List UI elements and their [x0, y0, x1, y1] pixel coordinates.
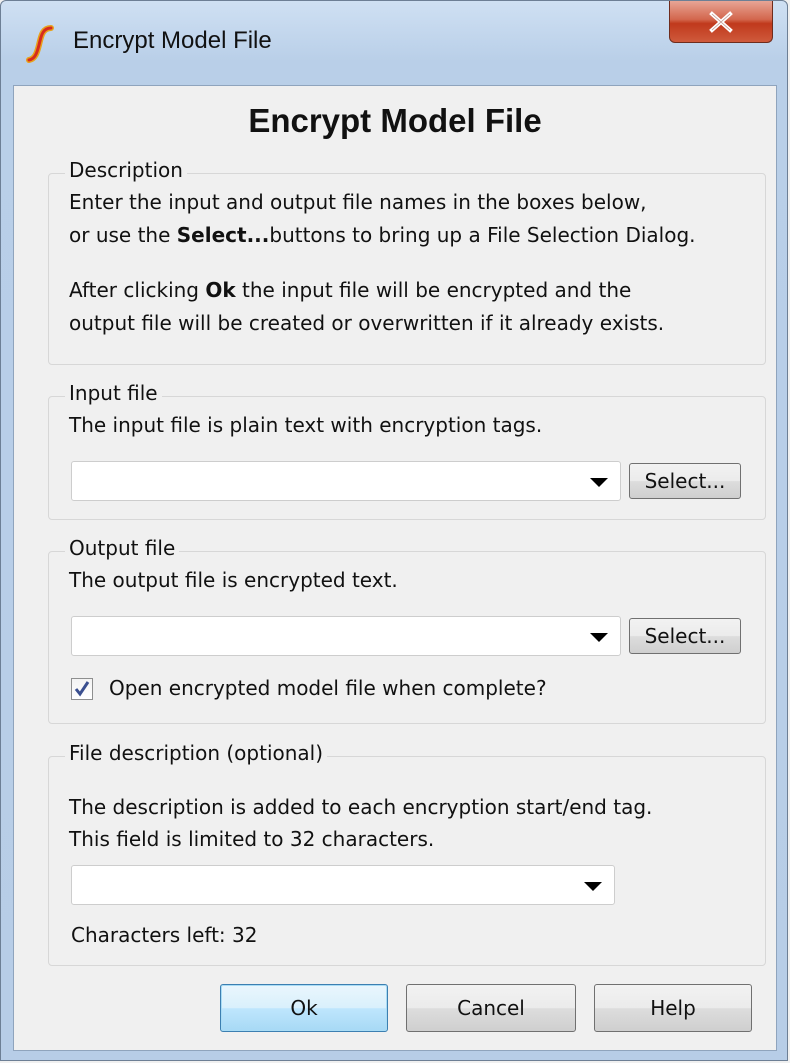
input-file-help: The input file is plain text with encryp…	[69, 413, 543, 437]
characters-left: Characters left: 32	[71, 923, 258, 947]
chevron-down-icon[interactable]	[584, 882, 602, 891]
input-select-button[interactable]: Select...	[629, 463, 741, 499]
output-select-button[interactable]: Select...	[629, 618, 741, 654]
output-file-legend: Output file	[65, 536, 180, 560]
output-file-combo[interactable]	[71, 616, 621, 656]
open-when-complete-label[interactable]: Open encrypted model file when complete?	[109, 672, 547, 705]
title-bar[interactable]: Encrypt Model File	[1, 1, 787, 85]
window-title: Encrypt Model File	[73, 27, 272, 54]
description-line-1: Enter the input and output file names in…	[69, 190, 647, 214]
file-description-group: File description (optional) The descript…	[48, 741, 766, 966]
output-file-group: Output file The output file is encrypted…	[48, 536, 766, 724]
input-file-combo[interactable]	[71, 461, 621, 501]
file-description-help-2: This field is limited to 32 characters.	[69, 827, 435, 851]
open-when-complete-checkbox[interactable]	[71, 678, 93, 700]
app-logo-icon	[26, 25, 54, 63]
output-file-help: The output file is encrypted text.	[69, 568, 398, 592]
description-line-2: or use the Select...buttons to bring up …	[69, 223, 696, 247]
file-description-help-1: The description is added to each encrypt…	[69, 795, 653, 819]
checkmark-icon	[74, 681, 90, 697]
dialog-window: Encrypt Model File Encrypt Model File De…	[0, 0, 788, 1061]
cancel-button[interactable]: Cancel	[406, 984, 576, 1032]
file-description-combo[interactable]	[71, 865, 615, 905]
dialog-client-area: Encrypt Model File Description Enter the…	[13, 85, 777, 1051]
chevron-down-icon[interactable]	[590, 633, 608, 642]
description-line-3: After clicking Ok the input file will be…	[69, 278, 632, 302]
close-button[interactable]	[669, 1, 773, 43]
input-file-legend: Input file	[65, 381, 162, 405]
file-description-legend: File description (optional)	[65, 741, 328, 765]
description-legend: Description	[65, 158, 187, 182]
help-button[interactable]: Help	[594, 984, 752, 1032]
dialog-heading: Encrypt Model File	[248, 102, 542, 139]
description-line-4: output file will be created or overwritt…	[69, 311, 665, 335]
description-group: Description Enter the input and output f…	[48, 158, 766, 365]
close-icon	[709, 10, 733, 33]
input-file-group: Input file The input file is plain text …	[48, 381, 766, 520]
ok-button[interactable]: Ok	[220, 984, 388, 1032]
chevron-down-icon[interactable]	[590, 478, 608, 487]
